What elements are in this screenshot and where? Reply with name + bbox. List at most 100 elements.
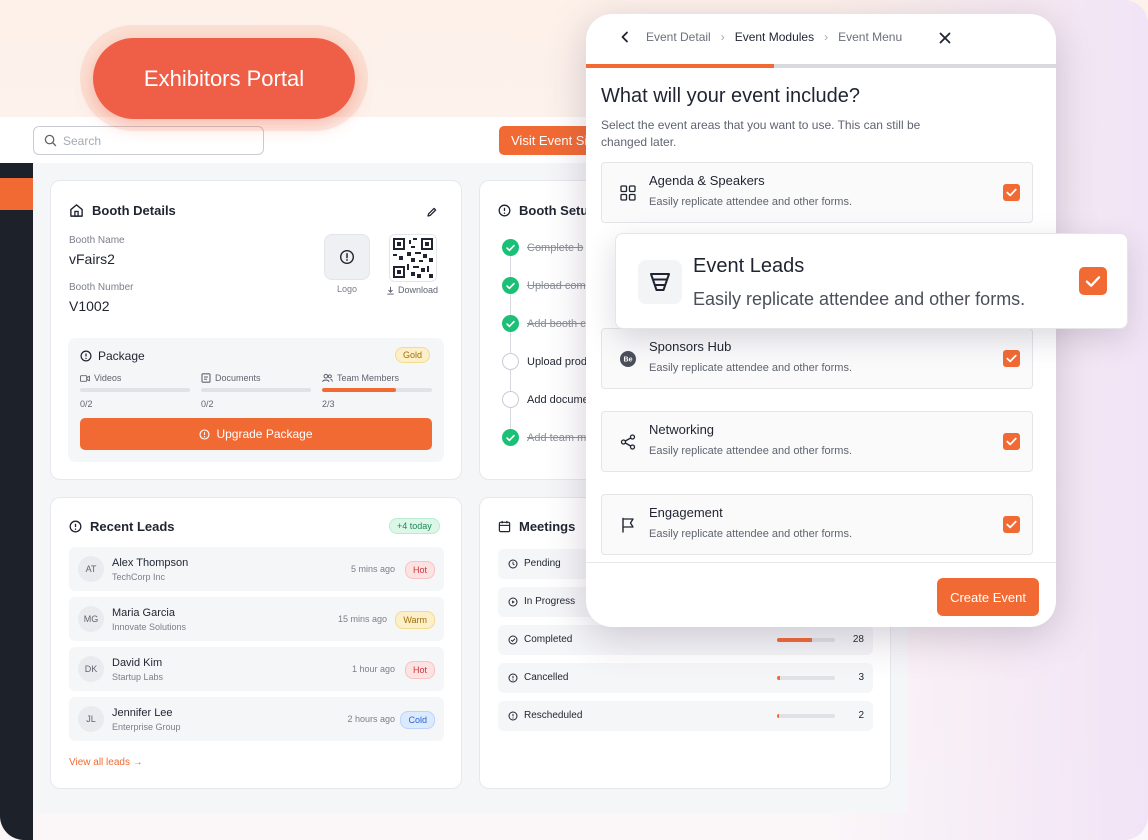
breadcrumb-event-detail[interactable]: Event Detail (646, 30, 711, 44)
back-chevron-icon[interactable] (620, 31, 630, 43)
package-documents: Documents 0/2 (201, 373, 311, 409)
meeting-status-label: Pending (508, 558, 561, 569)
meeting-status-label: Rescheduled (508, 710, 582, 721)
modal-title: What will your event include? (601, 85, 861, 107)
info-circle-icon (498, 204, 511, 217)
edit-icon[interactable] (426, 206, 438, 218)
download-label: Download (398, 285, 439, 295)
option-checkbox[interactable] (1003, 184, 1020, 201)
option-checkbox[interactable] (1079, 267, 1107, 295)
lead-company: Startup Labs (112, 672, 164, 682)
lead-row[interactable]: MG Maria Garcia Innovate Solutions 15 mins … (69, 597, 444, 641)
check-circle-icon (508, 634, 518, 645)
lead-row[interactable]: DK David Kim Startup Labs 1 hour ago Hot (69, 647, 444, 691)
lead-name: Alex Thompson (112, 557, 189, 569)
option-description: Easily replicate attendee and other form… (649, 362, 853, 374)
users-icon (322, 373, 333, 383)
setup-step[interactable]: Upload com (502, 277, 586, 294)
logo-label: Logo (337, 284, 358, 294)
home-icon (69, 203, 84, 218)
documents-label: Documents (215, 373, 261, 383)
share-icon (618, 432, 638, 452)
clock-icon (508, 558, 518, 569)
option-sponsors-hub[interactable]: Be Sponsors Hub Easily replicate attende… (601, 328, 1033, 389)
empty-circle-icon (502, 391, 519, 408)
meeting-status-count: 3 (858, 672, 864, 683)
meeting-status-row[interactable]: Cancelled 3 (498, 663, 873, 693)
setup-step[interactable]: Upload prod (502, 353, 587, 370)
info-circle-icon (69, 520, 82, 533)
booth-name-label: Booth Name (69, 235, 125, 246)
team-members-count: 2/3 (322, 399, 335, 409)
video-icon (80, 374, 90, 383)
exhibitors-portal-badge: Exhibitors Portal (93, 38, 355, 119)
meeting-status-label: Completed (508, 634, 572, 645)
lead-status-tag: Hot (404, 661, 435, 679)
breadcrumb-event-menu[interactable]: Event Menu (838, 30, 902, 44)
option-networking[interactable]: Networking Easily replicate attendee and… (601, 411, 1033, 472)
avatar: AT (78, 556, 104, 582)
lead-name: Maria Garcia (112, 607, 175, 619)
booth-setup-header: Booth Setup (498, 203, 596, 218)
arrow-right-icon: → (132, 757, 143, 768)
check-icon (1006, 437, 1017, 446)
setup-step[interactable]: Add docume (502, 391, 589, 408)
check-circle-icon (502, 277, 519, 294)
lead-time: 1 hour ago (351, 664, 395, 674)
videos-count: 0/2 (80, 399, 93, 409)
chevron-right-icon: › (824, 30, 829, 44)
package-header: Package (80, 349, 145, 363)
search-icon (44, 134, 57, 147)
setup-step-label: Add team m (527, 431, 587, 444)
setup-step[interactable]: Add booth c (502, 315, 586, 332)
setup-step-label: Upload com (527, 279, 586, 292)
lead-row[interactable]: AT Alex Thompson TechCorp Inc 5 mins ago Hot (69, 547, 444, 591)
recent-leads-title: Recent Leads (90, 519, 175, 534)
setup-step[interactable]: Complete b (502, 239, 583, 256)
alert-circle-icon (339, 249, 355, 265)
setup-step-label: Add docume (527, 393, 589, 406)
qr-code (389, 234, 437, 282)
upgrade-package-button[interactable]: Upgrade Package (80, 418, 432, 450)
download-qr-link[interactable]: Download (386, 285, 438, 295)
lead-name: Jennifer Lee (112, 707, 173, 719)
sidebar-active-item[interactable] (0, 178, 33, 210)
close-icon[interactable] (936, 29, 954, 47)
lead-row[interactable]: JL Jennifer Lee Enterprise Group 2 hours ag… (69, 697, 444, 741)
meetings-title: Meetings (519, 519, 576, 534)
meeting-status-count: 28 (852, 634, 864, 645)
option-checkbox[interactable] (1003, 350, 1020, 367)
breadcrumb-event-modules[interactable]: Event Modules (735, 30, 814, 44)
check-icon (1006, 354, 1017, 363)
option-checkbox[interactable] (1003, 433, 1020, 450)
meeting-status-row[interactable]: Completed 28 (498, 625, 873, 655)
modal-description: Select the event areas that you want to … (601, 118, 921, 149)
videos-progress (80, 388, 190, 392)
booth-number-value: V1002 (69, 298, 110, 314)
check-circle-icon (502, 239, 519, 256)
calendar-icon (498, 520, 511, 533)
meeting-status-bar (777, 638, 835, 642)
check-icon (1006, 520, 1017, 529)
logo-upload[interactable] (324, 234, 370, 280)
option-engagement[interactable]: Engagement Easily replicate attendee and… (601, 494, 1033, 555)
create-event-button[interactable]: Create Event (937, 578, 1039, 616)
option-event-leads[interactable]: Event Leads Easily replicate attendee an… (615, 233, 1128, 329)
check-circle-icon (502, 429, 519, 446)
meeting-status-bar (777, 676, 835, 680)
meeting-status-row[interactable]: Rescheduled 2 (498, 701, 873, 731)
option-title: Networking (649, 422, 715, 437)
lead-time: 5 mins ago (350, 564, 395, 574)
check-icon (1085, 275, 1101, 287)
option-checkbox[interactable] (1003, 516, 1020, 533)
step-progress-bar (586, 64, 1056, 68)
view-all-leads-link[interactable]: View all leads → (69, 757, 143, 768)
meetings-header: Meetings (498, 519, 575, 534)
lead-company: TechCorp Inc (112, 572, 166, 582)
documents-count: 0/2 (201, 399, 214, 409)
setup-step[interactable]: Add team m (502, 429, 586, 446)
funnel-icon (638, 260, 682, 304)
info-circle-icon (199, 428, 210, 440)
option-agenda-speakers[interactable]: Agenda & Speakers Easily replicate atten… (601, 162, 1033, 223)
grid-icon (618, 183, 638, 203)
